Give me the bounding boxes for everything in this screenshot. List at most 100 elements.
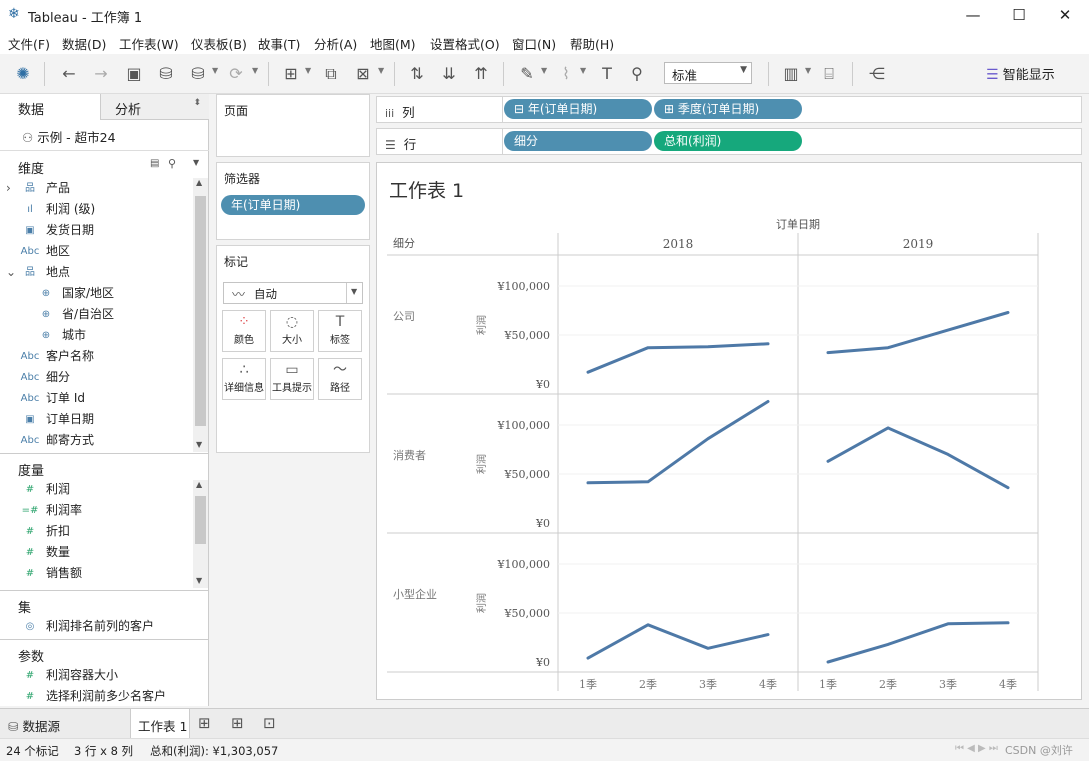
tableau-home-icon[interactable]: ✺ (12, 64, 34, 84)
tab-data[interactable]: 数据 (0, 94, 100, 120)
quarter-tick-label: 1季 (579, 678, 597, 691)
share-icon[interactable]: ⋲ (866, 64, 888, 84)
new-story-tab-icon[interactable]: ⊡ (263, 714, 276, 732)
menu-story[interactable]: 故事(T) (258, 34, 300, 53)
size-mark-button[interactable]: ◌ 大小 (270, 310, 314, 352)
pause-updates-icon[interactable]: ⛁ (187, 64, 209, 84)
show-cards-icon[interactable]: ▥ (780, 64, 802, 84)
sort-descending-icon[interactable]: ⇈ (470, 64, 492, 84)
list-view-icon[interactable]: ▤ (150, 158, 159, 169)
menu-data[interactable]: 数据(D) (62, 34, 106, 53)
rows-icon: ☰ (385, 138, 396, 152)
parameter-item[interactable]: # 利润容器大小 (0, 665, 193, 686)
show-me-button[interactable]: ☰ 智能显示 (986, 64, 1055, 83)
columns-icon: iii (385, 107, 395, 120)
menu-file[interactable]: 文件(F) (8, 34, 50, 53)
refresh-icon[interactable]: ⟳ (225, 64, 247, 84)
measure-item[interactable]: =# 利润率 (0, 500, 193, 521)
maximize-button[interactable]: ☐ (996, 0, 1042, 30)
menu-analysis[interactable]: 分析(A) (314, 34, 357, 53)
color-mark-button[interactable]: ⁘ 颜色 (222, 310, 266, 352)
close-button[interactable]: ✕ (1042, 0, 1088, 30)
measure-item[interactable]: # 利润 (0, 479, 193, 500)
string-icon: Abc (20, 351, 40, 362)
show-labels-icon[interactable]: T (596, 64, 618, 84)
path-mark-button[interactable]: 〜路径 (318, 358, 362, 400)
chevron-right-icon[interactable]: › (6, 178, 11, 199)
presentation-icon[interactable]: ⌸ (818, 64, 840, 84)
tab-sheet1[interactable]: 工作表 1 (130, 709, 190, 738)
search-icon[interactable]: ⚲ (168, 157, 176, 170)
duplicate-sheet-icon[interactable]: ⧉ (320, 64, 342, 84)
columns-pill-quarter[interactable]: ⊞ 季度(订单日期) (654, 99, 802, 119)
menu-dashboard[interactable]: 仪表板(B) (191, 34, 247, 53)
minimize-button[interactable]: — (950, 0, 996, 30)
undo-icon[interactable]: ← (58, 64, 80, 84)
menu-help[interactable]: 帮助(H) (570, 34, 614, 53)
fit-select[interactable]: 标准 ▼ (664, 62, 752, 84)
dimension-item[interactable]: Abc 客户名称 (0, 346, 193, 367)
line-series-0-2019 (826, 311, 1010, 355)
tooltip-mark-button[interactable]: ▭ 工具提示 (270, 358, 314, 400)
mark-type-select[interactable]: 〰 自动 ▼ (223, 282, 363, 304)
y-tick-label: ¥50,000 (504, 329, 551, 342)
chevron-down-icon[interactable]: ▼ (193, 158, 199, 167)
measure-item[interactable]: # 数量 (0, 542, 193, 563)
detail-mark-button[interactable]: ∴ 详细信息 (222, 358, 266, 400)
parameter-item[interactable]: # 选择利润前多少名客户 (0, 686, 193, 707)
rows-pill-sum-profit[interactable]: 总和(利润) (654, 131, 802, 151)
pin-icon[interactable]: ⚲ (626, 64, 648, 84)
dimension-item[interactable]: ⊕ 省/自治区 (0, 304, 193, 325)
dimension-item[interactable]: ▣ 发货日期 (0, 220, 193, 241)
group-icon[interactable]: ⌇ (555, 64, 577, 84)
label-mark-button[interactable]: T 标签 (318, 310, 362, 352)
columns-pill-year[interactable]: ⊟ 年(订单日期) (504, 99, 652, 119)
line-series-1-2019 (826, 426, 1010, 490)
dimension-item[interactable]: › 品产品 (0, 178, 193, 199)
dimension-item[interactable]: ⊕ 城市 (0, 325, 193, 346)
set-item[interactable]: ◎ 利润排名前列的客户 (0, 616, 193, 637)
marks-title: 标记 (224, 255, 249, 269)
set-icon: ◎ (25, 621, 35, 632)
new-dashboard-tab-icon[interactable]: ⊞ (231, 714, 244, 732)
menu-map[interactable]: 地图(M) (370, 34, 416, 53)
menu-window[interactable]: 窗口(N) (512, 34, 556, 53)
globe-icon: ⊕ (41, 330, 51, 341)
new-worksheet-icon[interactable]: ⊞ (280, 64, 302, 84)
dimension-item[interactable]: ▣ 订单日期 (0, 409, 193, 430)
chevron-down-icon[interactable]: ⌄ (6, 262, 16, 283)
filter-pill-year[interactable]: 年(订单日期) (221, 195, 365, 215)
tab-datasource[interactable]: ⛁ 数据源 (8, 716, 60, 735)
dimension-item[interactable]: Abc 邮寄方式 (0, 430, 193, 451)
pages-card[interactable]: 页面 (216, 94, 370, 157)
segment-label-1: 消费者 (393, 448, 426, 462)
dimensions-scrollbar[interactable]: ▲ ▼ (193, 178, 208, 452)
sort-ascending-icon[interactable]: ⇊ (438, 64, 460, 84)
redo-icon[interactable]: → (90, 64, 112, 84)
dimension-item[interactable]: ıl 利润 (级) (0, 199, 193, 220)
string-icon: Abc (20, 435, 40, 446)
filters-card[interactable]: 筛选器 年(订单日期) (216, 162, 370, 240)
swap-icon[interactable]: ⇅ (406, 64, 428, 84)
measure-item[interactable]: # 折扣 (0, 521, 193, 542)
rows-pill-segment[interactable]: 细分 (504, 131, 652, 151)
measure-label: 销售额 (46, 566, 83, 580)
new-worksheet-tab-icon[interactable]: ⊞ (198, 714, 211, 732)
dimension-item[interactable]: ⌄ 品地点 (0, 262, 193, 283)
menu-format[interactable]: 设置格式(O) (430, 34, 500, 53)
measure-item[interactable]: # 销售额 (0, 563, 193, 584)
dimension-item[interactable]: Abc 地区 (0, 241, 193, 262)
dimension-item[interactable]: Abc 细分 (0, 367, 193, 388)
measures-scrollbar[interactable]: ▲ ▼ (193, 480, 208, 588)
clear-sheet-icon[interactable]: ⊠ (352, 64, 374, 84)
tab-analysis[interactable]: 分析 ⬍ (100, 94, 209, 120)
dimension-label: 订单日期 (46, 412, 95, 426)
dimension-item[interactable]: ⊕ 国家/地区 (0, 283, 193, 304)
new-datasource-icon[interactable]: ⛁ (155, 64, 177, 84)
datasource-item[interactable]: ⚇ 示例 - 超市24 (22, 127, 116, 146)
menu-worksheet[interactable]: 工作表(W) (119, 34, 179, 53)
nav-first-icon[interactable]: ⏮ ◀ ▶ ⏭ (955, 743, 998, 754)
dimension-item[interactable]: Abc 订单 Id (0, 388, 193, 409)
highlight-icon[interactable]: ✎ (516, 64, 538, 84)
save-icon[interactable]: ▣ (123, 64, 145, 84)
